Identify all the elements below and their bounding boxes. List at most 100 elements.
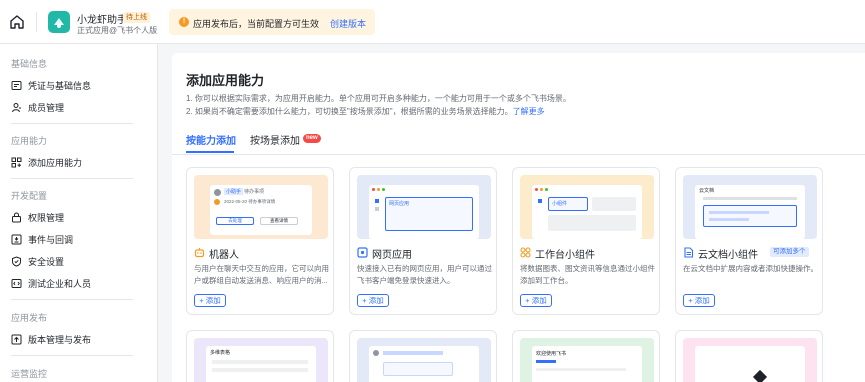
capability-card-doc-widget[interactable]: 云文档 云文档小组件 可添加多个 在云文档中扩展内容或者添加快捷操作。 + 添加 xyxy=(675,167,823,315)
app-logo-icon xyxy=(54,18,64,28)
sidebar-item-add-capability[interactable]: 添加应用能力 xyxy=(11,154,82,170)
capability-card-workplace-widget[interactable]: 小组件 工作台小组件 将数据图表、图文资讯等信息通过小组件添加到工作台。 + 添… xyxy=(512,167,660,315)
table-row xyxy=(212,360,308,364)
tab-by-scenario[interactable]: 按场景添加 xyxy=(250,132,300,147)
avatar xyxy=(373,350,379,356)
doc-line xyxy=(703,197,797,200)
sidebar-item-label: 测试企业和人员 xyxy=(28,278,92,289)
card-preview: 多维表格 xyxy=(194,338,328,382)
card-title: 工作台小组件 xyxy=(535,250,595,261)
upload-icon xyxy=(11,334,22,344)
preview-button: 去处理 xyxy=(216,217,254,225)
preview-tag: 待办事项 xyxy=(244,189,265,195)
card-preview: 欢迎使用飞书 xyxy=(520,338,654,382)
preview-line: 2022-05-20 待办事项详情 xyxy=(224,199,276,204)
window-dot xyxy=(372,188,375,191)
capability-card[interactable] xyxy=(349,330,497,382)
sidebar-item-security[interactable]: 安全设置 xyxy=(11,253,64,269)
sidebar-item-label: 事件与回调 xyxy=(28,234,74,245)
warning-icon: ! xyxy=(179,17,189,27)
add-doc-widget-button[interactable]: + 添加 xyxy=(683,294,715,307)
description-line-2: 2. 如果尚不确定需要添加什么能力，可切换至"按场景添加"，根据所需的业务场景选… xyxy=(186,106,545,117)
sidebar-divider xyxy=(11,178,133,179)
user-icon xyxy=(12,102,21,112)
code-icon xyxy=(11,278,22,288)
shield-icon xyxy=(12,255,21,267)
card-preview xyxy=(683,338,817,382)
widget-preview: 小组件 xyxy=(520,175,654,239)
doc-line xyxy=(709,218,749,221)
sidebar-dot xyxy=(538,199,542,203)
app-subtitle: 正式应用@飞书个人版 xyxy=(77,26,158,35)
tab-line xyxy=(536,360,556,363)
add-bot-button[interactable]: + 添加 xyxy=(194,294,226,307)
preview-tag: 小助手 xyxy=(224,188,244,195)
widget-placeholder xyxy=(548,215,636,231)
active-tab-indicator xyxy=(186,151,234,153)
sidebar-item-label: 成员管理 xyxy=(28,102,65,113)
card-title: 云文档小组件 xyxy=(698,250,758,261)
publish-notice: ! 应用发布后，当前配置方可生效 创建版本 xyxy=(169,9,375,35)
sidebar-divider xyxy=(11,355,133,356)
preview-tag: 小组件 xyxy=(552,201,568,207)
window-dot xyxy=(540,188,543,191)
main-area: 添加应用能力 1. 你可以根据实际需求，为应用开启能力。单个应用可开启多种能力，… xyxy=(158,44,865,382)
sidebar-item-test-org[interactable]: 测试企业和人员 xyxy=(11,275,91,291)
page-title: 添加应用能力 xyxy=(186,73,265,88)
sidebar-item-label: 安全设置 xyxy=(28,256,65,267)
section-title-dev: 开发配置 xyxy=(11,191,48,201)
table-row xyxy=(212,368,308,372)
home-icon[interactable] xyxy=(8,13,26,31)
capability-card-bot[interactable]: 小助手 待办事项 2022-05-20 待办事项详情 去处理 查看详情 机器人 … xyxy=(186,167,334,315)
card-description: 与用户在聊天中交互的应用，它可以向用户或群组自动发送消息、响应用户的消... xyxy=(194,264,329,285)
app-name: 小龙虾助手 xyxy=(77,15,127,26)
sidebar-item-credentials[interactable]: 凭证与基础信息 xyxy=(11,77,91,93)
add-widget-button[interactable]: + 添加 xyxy=(520,294,552,307)
sidebar-item-label: 版本管理与发布 xyxy=(28,334,92,345)
message-card xyxy=(383,362,453,376)
capability-card[interactable]: 多维表格 xyxy=(186,330,334,382)
window-dot xyxy=(382,188,385,191)
sidebar-item-members[interactable]: 成员管理 xyxy=(11,99,64,115)
capability-card-web-app[interactable]: 网页应用 网页应用 快速接入已有的网页应用，用户可以通过飞书客户端免登录快速进入… xyxy=(349,167,497,315)
preview-title: 云文档 xyxy=(699,188,715,194)
description-text: 2. 如果尚不确定需要添加什么能力，可切换至"按场景添加"，根据所需的业务场景选… xyxy=(186,107,513,116)
sidebar-dot xyxy=(375,207,379,211)
add-web-app-button[interactable]: + 添加 xyxy=(357,294,389,307)
sidebar-item-events[interactable]: 事件与回调 xyxy=(11,231,73,247)
sidebar-divider xyxy=(11,299,133,300)
preview-title: 欢迎使用飞书 xyxy=(536,351,567,357)
section-title-monitor: 运营监控 xyxy=(11,369,48,379)
create-version-link[interactable]: 创建版本 xyxy=(330,17,366,30)
sidebar-item-label: 添加应用能力 xyxy=(28,157,83,168)
tab-by-capability[interactable]: 按能力添加 xyxy=(186,132,236,147)
sidebar-item-label: 凭证与基础信息 xyxy=(28,80,92,91)
message-line xyxy=(383,351,443,355)
top-bar: 小龙虾助手 待上线 正式应用@飞书个人版 ! 应用发布后，当前配置方可生效 创建… xyxy=(0,0,865,44)
sidebar-dot xyxy=(375,199,379,203)
preview-window xyxy=(695,346,805,382)
sidebar: 基础信息 凭证与基础信息 成员管理 应用能力 添加应用能力 开发配置 权限管理 … xyxy=(0,44,158,382)
widget-icon xyxy=(520,247,531,258)
card-title: 机器人 xyxy=(209,250,239,261)
widget-placeholder xyxy=(592,197,636,211)
credentials-icon xyxy=(11,80,22,90)
preview-title: 多维表格 xyxy=(210,350,231,356)
notice-text: 应用发布后，当前配置方可生效 xyxy=(193,19,320,29)
preview-tag: 网页应用 xyxy=(389,201,410,207)
sidebar-item-versions[interactable]: 版本管理与发布 xyxy=(11,331,91,347)
description-line-1: 1. 你可以根据实际需求，为应用开启能力。单个应用可开启多种能力，一个能力可用于… xyxy=(186,94,571,103)
capability-card[interactable]: 欢迎使用飞书 xyxy=(512,330,660,382)
learn-more-link[interactable]: 了解更多 xyxy=(513,107,545,116)
doc-line xyxy=(709,211,769,214)
capability-card[interactable] xyxy=(675,330,823,382)
sidebar-item-permissions[interactable]: 权限管理 xyxy=(11,209,64,225)
window-dot xyxy=(535,188,538,191)
window-dot xyxy=(377,188,380,191)
doc-widget-box xyxy=(703,205,797,227)
sidebar-divider xyxy=(11,123,133,124)
preview-button: 查看详情 xyxy=(260,217,298,225)
section-title-release: 应用发布 xyxy=(11,313,48,323)
section-title-capability: 应用能力 xyxy=(11,136,48,146)
doc-icon xyxy=(684,247,694,258)
